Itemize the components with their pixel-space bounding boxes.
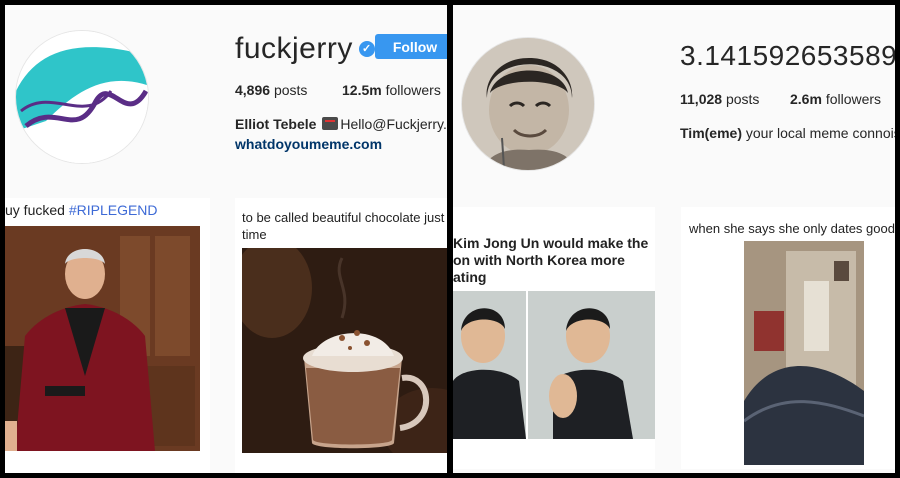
- post-image-hot-chocolate: [242, 248, 447, 453]
- post-caption: when she says she only dates good: [689, 221, 895, 236]
- post-caption-line1: to be called beautiful chocolate just c: [242, 210, 447, 225]
- followers-count: 12.5m: [342, 82, 382, 98]
- post-caption-line3: ating: [453, 269, 487, 285]
- bio-line: Tim(eme) your local meme connois: [680, 125, 895, 141]
- post-tile-right-1[interactable]: Kim Jong Un would make the on with North…: [453, 207, 655, 469]
- hashtag-link[interactable]: #RIPLEGEND: [69, 202, 158, 218]
- posts-label: posts: [725, 91, 760, 107]
- verified-badge-icon: ✓: [358, 41, 375, 57]
- hot-chocolate-illustration: [242, 248, 447, 453]
- profile-username: 3.14159265358979: [680, 40, 895, 71]
- posts-count: 4,896: [235, 82, 271, 98]
- right-profile-panel: 3.14159265358979 11,028 posts 2.6m follo…: [453, 5, 895, 473]
- post-caption-line2: time: [242, 227, 267, 242]
- bio-line: Elliot Tebele Hello@Fuckjerry.co: [235, 116, 447, 132]
- bio-name: Tim(eme): [680, 125, 742, 141]
- website-link[interactable]: whatdoyoumeme.com: [235, 136, 382, 152]
- mailbox-icon: [322, 117, 339, 130]
- profile-username: fuckjerry ✓: [235, 32, 375, 66]
- bio-email: Hello@Fuckjerry.co: [340, 116, 447, 132]
- post-tile-left-2[interactable]: to be called beautiful chocolate just c …: [235, 198, 447, 473]
- profile-avatar-left[interactable]: [15, 30, 149, 164]
- followers-count: 2.6m: [790, 91, 822, 107]
- posts-label: posts: [273, 82, 308, 98]
- posts-stat[interactable]: 11,028 posts: [680, 91, 759, 107]
- man-robe-illustration: [5, 226, 200, 451]
- posts-count: 11,028: [680, 91, 723, 107]
- post-caption-line1: Kim Jong Un would make the: [453, 235, 649, 251]
- post-image-room: [744, 241, 864, 465]
- post-tile-left-1[interactable]: uy fucked #RIPLEGEND: [5, 198, 210, 473]
- bio-text: your local meme connois: [745, 125, 895, 141]
- bio-name: Elliot Tebele: [235, 116, 317, 132]
- follow-button[interactable]: Follow: [375, 34, 447, 59]
- post-image-man-in-robe: [5, 226, 200, 451]
- left-profile-panel: fuckjerry ✓ Follow 4,896 posts 12.5m foll…: [5, 5, 447, 473]
- post-caption-line2: on with North Korea more: [453, 252, 625, 268]
- post-tile-right-2[interactable]: when she says she only dates good: [681, 207, 895, 469]
- followers-stat[interactable]: 2.6m followers: [790, 91, 881, 107]
- post-image-two-portraits: [453, 291, 655, 439]
- followers-label: followers: [825, 91, 882, 107]
- profile-avatar-right[interactable]: [461, 37, 595, 171]
- username-text: fuckjerry: [235, 32, 353, 65]
- followers-label: followers: [385, 82, 441, 98]
- room-illustration: [744, 241, 864, 465]
- two-portraits-illustration: [453, 291, 655, 439]
- posts-stat[interactable]: 4,896 posts: [235, 82, 307, 98]
- avatar-child-photo: [462, 38, 594, 170]
- avatar-pattern-image: [16, 31, 148, 163]
- caption-text: uy fucked: [5, 202, 69, 218]
- followers-stat[interactable]: 12.5m followers: [342, 82, 441, 98]
- post-caption: uy fucked #RIPLEGEND: [5, 202, 158, 218]
